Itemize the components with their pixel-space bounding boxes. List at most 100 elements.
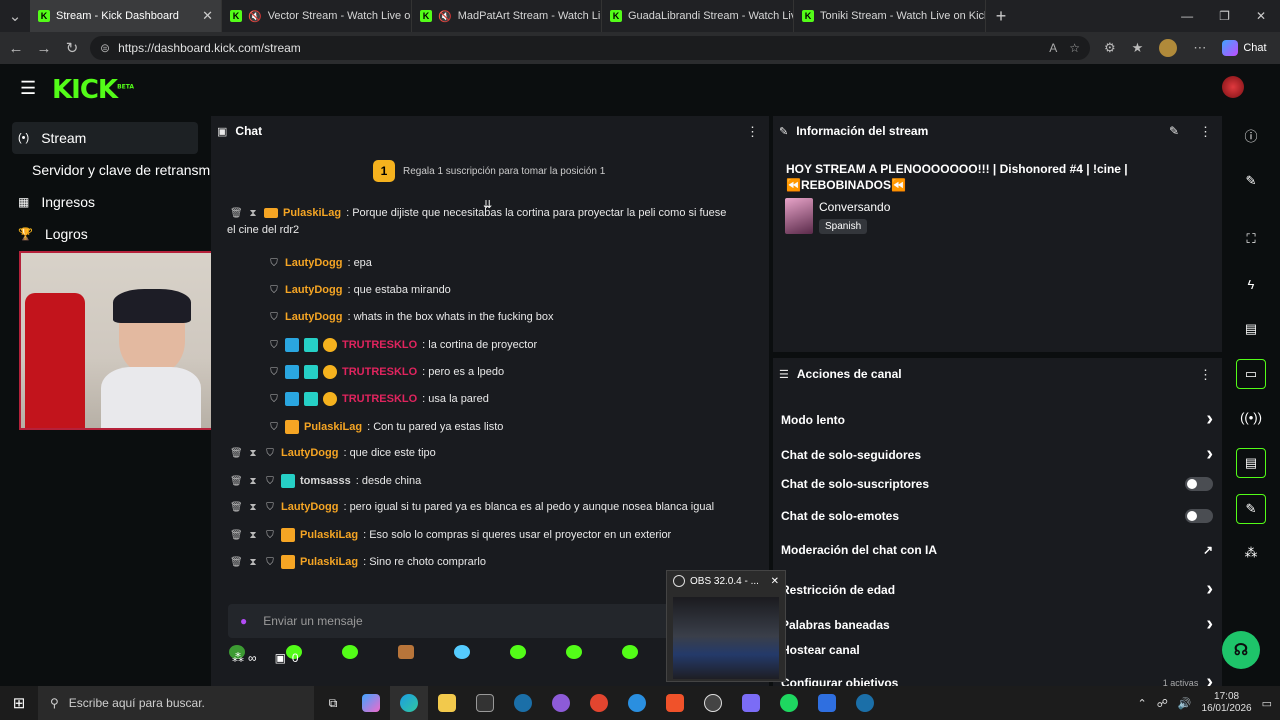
chat-username[interactable]: PulaskiLag xyxy=(300,529,358,541)
chat-username[interactable]: LautyDogg xyxy=(285,311,342,323)
lightning-icon[interactable]: ϟ xyxy=(1236,269,1266,299)
channel-action-row[interactable]: Palabras baneadas › xyxy=(781,613,1213,636)
chat-message[interactable]: ⛉ LautyDogg: que estaba mirando xyxy=(268,284,451,296)
task-view-icon[interactable]: ⧉ xyxy=(314,686,352,720)
timeout-icon[interactable]: ⧗ xyxy=(247,476,259,487)
emote-kick-2[interactable] xyxy=(342,645,358,659)
toggle-switch[interactable] xyxy=(1185,509,1213,523)
edit-icon[interactable]: ✎ xyxy=(1236,166,1266,196)
moderation-shield-icon[interactable]: ⛉ xyxy=(268,312,280,323)
chat-message[interactable]: 🗑 ⧗ ⛉ LautyDogg: pero igual si tu pared ya … xyxy=(230,501,714,513)
user-avatar[interactable] xyxy=(1222,76,1244,98)
timeout-icon[interactable]: ⧗ xyxy=(247,448,259,459)
viewers-stat[interactable]: ⁂ ∞ xyxy=(232,651,257,665)
obs-taskbar-preview[interactable]: OBS 32.0.4 - ... ✕ xyxy=(666,570,786,682)
emote-kick-4[interactable] xyxy=(510,645,526,659)
chat-message[interactable]: ⛉ PulaskiLag: Con tu pared ya estas listo xyxy=(268,420,503,434)
battlenet-icon[interactable] xyxy=(618,686,656,720)
chat-username[interactable]: LautyDogg xyxy=(285,284,342,296)
moderation-shield-icon[interactable]: ⛉ xyxy=(268,340,280,351)
chat-username[interactable]: TRUTRESKLO xyxy=(342,339,417,351)
moderation-shield-icon[interactable]: ⛉ xyxy=(264,557,276,568)
broadcast-rail-icon[interactable]: ((•)) xyxy=(1236,402,1266,432)
reload-icon[interactable]: ↻ xyxy=(58,39,86,57)
volume-icon[interactable]: 🔊 xyxy=(1178,697,1192,710)
channel-actions-toggle-icon[interactable]: ✎ xyxy=(1236,494,1266,524)
gift-leaderboard-banner[interactable]: 1 Regala 1 suscripción para tomar la pos… xyxy=(373,160,605,182)
tray-overflow-icon[interactable]: ⌃ xyxy=(1137,697,1146,710)
category-name[interactable]: Conversando xyxy=(819,200,890,214)
moderation-shield-icon[interactable]: ⛉ xyxy=(264,530,276,541)
browser-tab[interactable]: K Stream - Kick Dashboard ✕ xyxy=(30,0,222,32)
windows-start-icon[interactable]: ⊞ xyxy=(0,686,38,720)
channel-action-row[interactable]: Moderación del chat con IA ↗ xyxy=(781,543,1213,557)
delete-icon[interactable]: 🗑 xyxy=(230,476,243,487)
site-info-icon[interactable]: ⊜ xyxy=(100,41,110,55)
timeout-icon[interactable]: ⧗ xyxy=(247,530,259,541)
chat-message[interactable]: 🗑 ⧗ ⛉ tomsasss: desde china xyxy=(230,474,421,488)
chat-message[interactable]: 🗑 ⧗ ⛉ LautyDogg: que dice este tipo xyxy=(230,447,436,459)
copilot-app-icon[interactable] xyxy=(352,686,390,720)
toggle-switch[interactable] xyxy=(1185,477,1213,491)
launcher-app-icon[interactable] xyxy=(808,686,846,720)
external-link-icon[interactable]: ↗ xyxy=(1203,543,1213,557)
chat-username[interactable]: LautyDogg xyxy=(281,501,338,513)
gamepad-app-icon[interactable] xyxy=(732,686,770,720)
support-headset-button[interactable]: ☊ xyxy=(1222,631,1260,669)
stream-info-toggle-icon[interactable]: ▤ xyxy=(1236,448,1266,478)
chat-message[interactable]: 🗑 ⧗ ⛉ PulaskiLag: Sino re choto comprarlo xyxy=(230,555,486,569)
minimize-icon[interactable]: — xyxy=(1181,9,1193,23)
moderation-shield-icon[interactable]: ⛉ xyxy=(268,422,280,433)
muted-speaker-icon[interactable]: 🔇 xyxy=(438,10,452,23)
chat-message[interactable]: ⛉ LautyDogg: epa xyxy=(268,257,372,269)
emote-chest[interactable] xyxy=(398,645,414,659)
channel-action-row[interactable]: Modo lento › xyxy=(781,408,1213,431)
read-aloud-icon[interactable]: A xyxy=(1049,41,1057,55)
steam-icon[interactable] xyxy=(504,686,542,720)
sidebar-item-ingresos[interactable]: ▦ Ingresos xyxy=(12,186,198,218)
sidebar-item-stream-key[interactable]: Servidor y clave de retransmisión xyxy=(12,154,210,186)
more-menu-icon[interactable]: ⋯ xyxy=(1193,40,1206,56)
taskbar-search-box[interactable]: ⚲ Escribe aquí para buscar. xyxy=(38,686,314,720)
sidebar-item-logros[interactable]: 🏆 Logros xyxy=(12,218,198,250)
url-field[interactable]: ⊜ https://dashboard.kick.com/stream A ☆ xyxy=(90,36,1090,60)
camera-scan-icon[interactable]: ⛶ xyxy=(1236,224,1266,254)
chat-message[interactable]: ⛉ TRUTRESKLO: usa la pared xyxy=(268,392,489,406)
edit-pencil-icon[interactable]: ✎ xyxy=(1169,124,1179,138)
timeout-icon[interactable]: ⧗ xyxy=(247,208,259,219)
chevron-right-icon[interactable]: › xyxy=(1206,578,1213,601)
chat-panel-toggle-icon[interactable]: ▭ xyxy=(1236,359,1266,389)
window-close-icon[interactable]: ✕ xyxy=(1256,9,1266,23)
notifications-icon[interactable]: ▭ xyxy=(1262,697,1272,710)
moderation-shield-icon[interactable]: ⛉ xyxy=(264,502,276,513)
edge-app-icon[interactable] xyxy=(390,686,428,720)
points-stat[interactable]: ▣ 0 xyxy=(275,651,299,665)
emote-kick-5[interactable] xyxy=(566,645,582,659)
steam-2-icon[interactable] xyxy=(846,686,884,720)
chat-username[interactable]: PulaskiLag xyxy=(304,421,362,433)
chat-message[interactable]: 🗑 ⧗ ⛉ PulaskiLag: Eso solo lo compras si qu… xyxy=(230,528,671,542)
hamburger-menu-icon[interactable]: ☰ xyxy=(20,78,36,99)
channel-actions-options-icon[interactable]: ⋮ xyxy=(1199,367,1212,383)
chat-username[interactable]: TRUTRESKLO xyxy=(342,393,417,405)
brave-icon[interactable] xyxy=(656,686,694,720)
moderation-shield-icon[interactable]: ⛉ xyxy=(268,258,280,269)
chat-username[interactable]: TRUTRESKLO xyxy=(342,366,417,378)
channel-action-row[interactable]: Restricción de edad › xyxy=(781,578,1213,601)
moderation-shield-icon[interactable]: ⛉ xyxy=(268,367,280,378)
moderation-shield-icon[interactable]: ⛉ xyxy=(268,285,280,296)
favorites-icon[interactable]: ★ xyxy=(1132,40,1144,56)
chat-username[interactable]: LautyDogg xyxy=(281,447,338,459)
emote-kick-3[interactable] xyxy=(454,645,470,659)
back-icon[interactable]: ← xyxy=(2,40,30,57)
info-icon[interactable]: ⓘ xyxy=(1236,120,1266,150)
timeout-icon[interactable]: ⧗ xyxy=(247,502,259,513)
forward-icon[interactable]: → xyxy=(30,40,58,57)
moderation-shield-icon[interactable]: ⛉ xyxy=(268,394,280,405)
stream-info-options-icon[interactable]: ⋮ xyxy=(1199,124,1212,140)
chat-message[interactable]: 🗑 ⧗ PulaskiLag: Porque dijiste que neces… xyxy=(230,207,726,219)
timeout-icon[interactable]: ⧗ xyxy=(247,557,259,568)
sidebar-item-stream[interactable]: (•) Stream xyxy=(12,122,198,154)
discord-icon[interactable] xyxy=(542,686,580,720)
delete-icon[interactable]: 🗑 xyxy=(230,448,243,459)
